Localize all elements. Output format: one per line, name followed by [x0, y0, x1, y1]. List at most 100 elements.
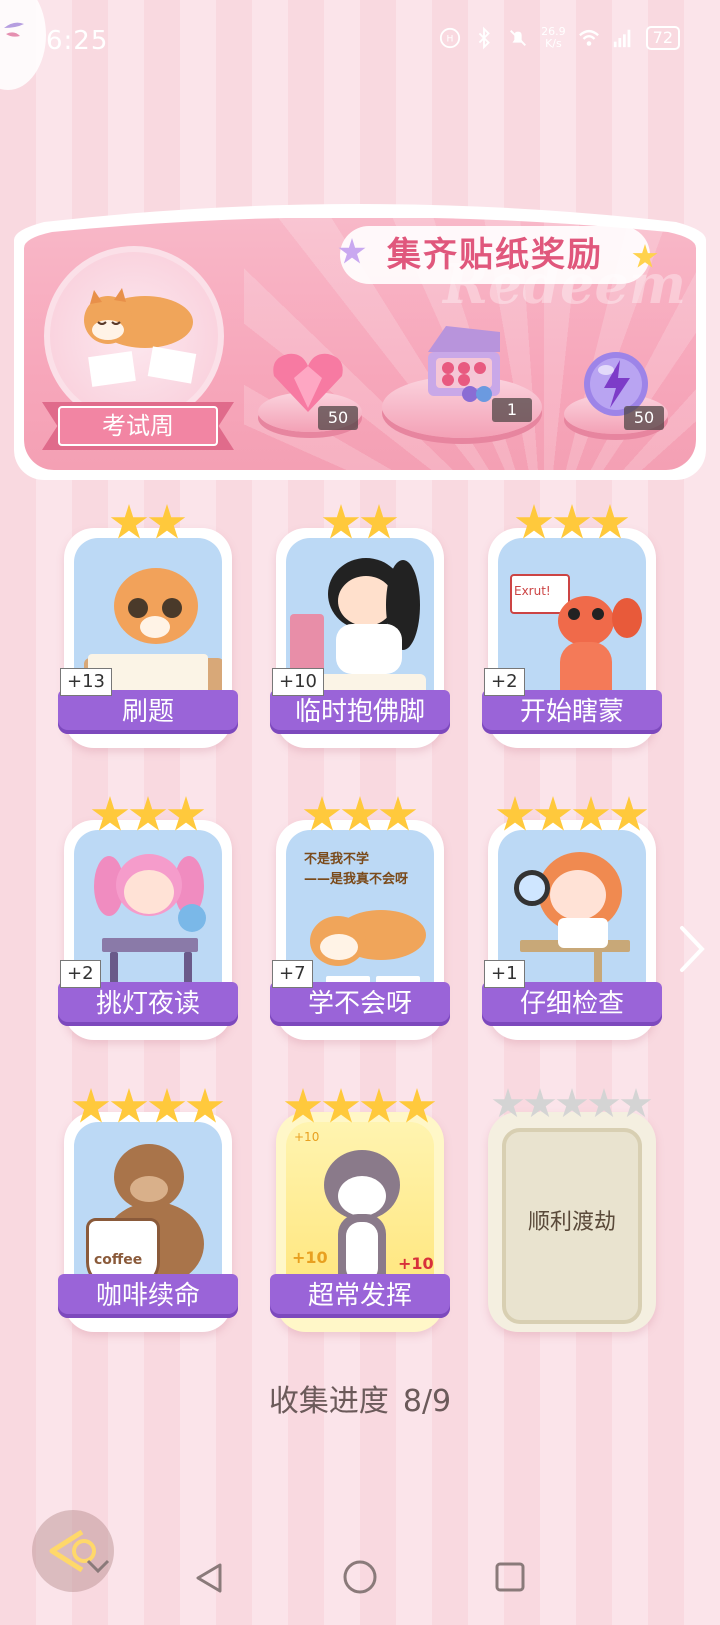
art-caption-line-2: ——是我真不会呀: [304, 872, 409, 887]
card-bonus: +2: [60, 960, 101, 988]
album-name: 考试周: [58, 406, 218, 446]
star-icon: [572, 796, 610, 831]
floating-menu-bubble[interactable]: [0, 0, 46, 90]
card-label: 挑灯夜读: [58, 982, 238, 1026]
card-bonus: +13: [60, 668, 112, 696]
battery-indicator: 72: [645, 26, 680, 50]
star-icon: [341, 796, 379, 831]
recents-icon[interactable]: [494, 1561, 526, 1593]
star-rating: [488, 796, 656, 836]
star-icon: [492, 1088, 524, 1118]
star-icon: [72, 1088, 110, 1123]
star-icon: [591, 504, 629, 539]
card-label: 顺利渡劫: [527, 1210, 616, 1235]
next-page-arrow-icon[interactable]: [676, 924, 706, 974]
status-bar: 6:25 H 26.9 K/s 72: [0, 0, 720, 90]
collection-progress: 收集进度 8/9: [0, 1376, 720, 1420]
star-icon: [303, 796, 341, 831]
star-icon: [496, 796, 534, 831]
reward-count: 1: [492, 398, 532, 422]
star-icon: [110, 1088, 148, 1123]
star-rating: [488, 504, 656, 544]
card-label: 咖啡续命: [58, 1274, 238, 1318]
pinwheel-icon: [4, 22, 24, 37]
chevron-down-icon[interactable]: [84, 1557, 112, 1577]
card-label: 临时抱佛脚: [270, 690, 450, 734]
star-icon: [620, 1088, 652, 1118]
star-icon: [556, 1088, 588, 1118]
reward-count: 50: [318, 406, 358, 430]
card-bonus: +2: [484, 668, 525, 696]
star-icon: [534, 796, 572, 831]
svg-text:H: H: [447, 34, 454, 45]
star-icon: [398, 1088, 436, 1123]
sticker-card[interactable]: coffee 咖啡续命: [58, 1088, 238, 1332]
star-icon: [167, 796, 205, 831]
sticker-card[interactable]: 仔细检查 +1: [482, 796, 662, 1040]
card-label: 仔细检查: [482, 982, 662, 1026]
sticker-card[interactable]: 刷题 +13: [58, 504, 238, 748]
star-rating: [64, 796, 232, 836]
star-icon: [322, 1088, 360, 1123]
sticker-card-locked[interactable]: 顺利渡劫: [488, 1088, 656, 1332]
pink-heart-gem-icon[interactable]: [270, 350, 346, 414]
card-label: 超常发挥: [270, 1274, 450, 1318]
card-bonus: +10: [272, 668, 324, 696]
status-icons: H 26.9 K/s 72: [439, 26, 680, 50]
coffee-cup-label: coffee: [94, 1252, 143, 1268]
sticker-card[interactable]: 不是我不学 ——是我真不会呀 学不会呀 +7: [270, 796, 450, 1040]
star-icon: [322, 504, 360, 539]
star-icon: [515, 504, 553, 539]
star-rating: [276, 1088, 444, 1128]
sticker-card[interactable]: +10 +10 +10 超常发挥: [270, 1088, 450, 1332]
star-icon: [610, 796, 648, 831]
sticker-card[interactable]: Exrut! 开始瞎蒙 +2: [482, 504, 662, 748]
star-rating: [64, 1088, 232, 1128]
star-icon: [148, 504, 186, 539]
progress-label: 收集进度: [268, 1384, 389, 1419]
album-cover[interactable]: [44, 246, 224, 426]
sign-text: Exrut!: [514, 584, 551, 598]
star-rating: [276, 796, 444, 836]
sticker-card[interactable]: 挑灯夜读 +2: [58, 796, 238, 1040]
star-icon: [284, 1088, 322, 1123]
star-icon: [129, 796, 167, 831]
progress-value: 8/9: [402, 1384, 452, 1419]
star-icon: [588, 1088, 620, 1118]
art-plus-ten-2: +10: [292, 1248, 328, 1267]
art-caption-line-1: 不是我不学: [304, 852, 370, 867]
star-icon: [379, 796, 417, 831]
network-speed: 26.9 K/s: [541, 26, 566, 50]
star-icon: [148, 1088, 186, 1123]
star-rating: [276, 504, 444, 544]
card-label: 刷题: [58, 690, 238, 734]
star-icon: [110, 504, 148, 539]
star-icon: [186, 1088, 224, 1123]
mute-bell-icon: [510, 30, 527, 46]
status-time: 6:25: [46, 26, 109, 56]
star-rating: [488, 1088, 656, 1128]
star-icon: [91, 796, 129, 831]
shiba-sleeping-icon: [84, 288, 197, 387]
card-bonus: +7: [272, 960, 313, 988]
star-rating: [64, 504, 232, 544]
star-icon: [360, 504, 398, 539]
art-plus-ten-1: +10: [294, 1130, 320, 1144]
card-label: 学不会呀: [270, 982, 450, 1026]
reward-count: 50: [624, 406, 664, 430]
star-icon: [524, 1088, 556, 1118]
gift-box-icon[interactable]: [416, 322, 512, 406]
hd-call-icon: H: [440, 27, 461, 49]
system-nav-bar: [0, 1535, 720, 1625]
art-plus-ten-3: +10: [398, 1254, 434, 1273]
sticker-card[interactable]: 临时抱佛脚 +10: [270, 504, 450, 748]
star-icon: [553, 504, 591, 539]
card-label: 开始瞎蒙: [482, 690, 662, 734]
card-bonus: +1: [484, 960, 525, 988]
star-icon: [360, 1088, 398, 1123]
back-icon[interactable]: [194, 1561, 224, 1595]
bluetooth-icon: [478, 26, 491, 50]
network-speed-unit: K/s: [545, 37, 562, 50]
home-icon[interactable]: [342, 1559, 378, 1595]
banner-title: 集齐贴纸奖励: [340, 226, 650, 284]
